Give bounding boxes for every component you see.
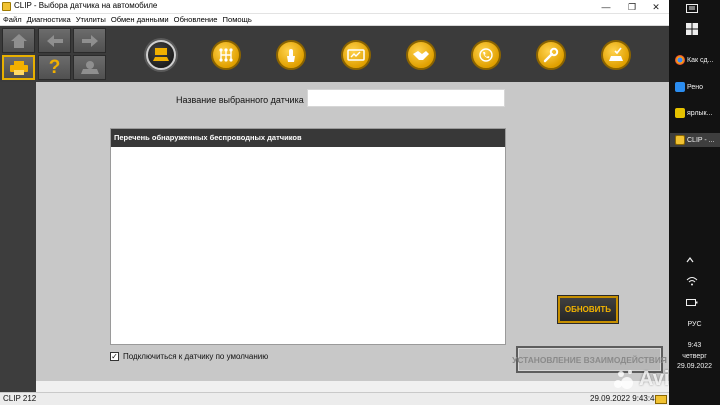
- vehicle-alert-button[interactable]: [73, 55, 106, 80]
- clock-day: четверг: [682, 353, 707, 360]
- sensor-selection-panel: Название выбранного датчика Перечень обн…: [36, 82, 669, 381]
- clip-app-window: CLIP - Выбора датчика на автомобиле — ❐ …: [0, 0, 669, 405]
- clock-date: 29.09.2022: [676, 363, 713, 370]
- sensor-list-header: Перечень обнаруженных беспроводных датчи…: [111, 129, 505, 147]
- help-button[interactable]: ?: [38, 55, 71, 80]
- maximize-button[interactable]: ❐: [619, 0, 645, 14]
- notification-icon: [686, 4, 698, 13]
- arrow-left-icon: [46, 34, 63, 47]
- tray-expand-button[interactable]: [686, 256, 694, 264]
- task-item-document[interactable]: Рено: [670, 80, 720, 94]
- home-icon: [10, 33, 27, 48]
- arrow-right-icon: [81, 34, 98, 47]
- vehicle-warning-icon: [80, 60, 99, 74]
- task-item-chrome[interactable]: Как сд...: [670, 53, 720, 67]
- tool-gearbox[interactable]: [211, 40, 241, 70]
- back-button[interactable]: [38, 28, 71, 53]
- wifi-button[interactable]: [686, 276, 698, 286]
- chrome-icon: [675, 55, 685, 65]
- menu-data-exchange[interactable]: Обмен данными: [111, 14, 169, 25]
- language-indicator[interactable]: РУС: [669, 321, 720, 328]
- tool-phone[interactable]: [471, 40, 501, 70]
- task-item-shortcut[interactable]: ярлык...: [670, 106, 720, 120]
- touch-icon: [287, 49, 295, 62]
- chevron-up-icon: [686, 257, 694, 263]
- menu-help[interactable]: Помощь: [223, 14, 252, 25]
- tool-touch[interactable]: [276, 40, 306, 70]
- car-check-icon: [609, 47, 623, 61]
- tool-card[interactable]: [341, 40, 371, 70]
- print-button[interactable]: [2, 55, 35, 80]
- wifi-icon: [686, 277, 698, 286]
- title-bar: CLIP - Выбора датчика на автомобиле — ❐ …: [0, 0, 669, 14]
- status-bar: CLIP 212 29.09.2022 9:43:48: [0, 392, 669, 405]
- tool-car-check[interactable]: [601, 40, 631, 70]
- selected-sensor-field[interactable]: [307, 89, 505, 107]
- windows-taskbar: Как сд... Рено ярлык... CLIP - ... РУС 9…: [669, 0, 720, 405]
- status-datetime: 29.09.2022 9:43:48: [590, 394, 659, 403]
- card-icon: [347, 49, 365, 61]
- close-button[interactable]: ✕: [643, 0, 669, 14]
- app-version-text: CLIP 212: [3, 394, 37, 403]
- shortcut-icon: [675, 108, 685, 118]
- vehicle-screen-icon: [153, 48, 169, 61]
- task-item-label: Рено: [687, 83, 704, 91]
- default-sensor-checkbox[interactable]: ✓: [110, 352, 119, 361]
- menu-file[interactable]: Файл: [3, 14, 22, 25]
- status-badge: [655, 395, 667, 404]
- menu-update[interactable]: Обновление: [174, 14, 218, 25]
- printer-icon: [9, 60, 28, 75]
- selected-sensor-label: Название выбранного датчика: [176, 95, 304, 105]
- default-sensor-label: Подключиться к датчику по умолчанию: [123, 352, 269, 361]
- tool-vehicle-screen[interactable]: [146, 40, 176, 70]
- clock-time[interactable]: 9:43: [669, 342, 720, 349]
- menu-bar: Файл Диагностика Утилиты Обмен данными О…: [0, 14, 669, 26]
- home-button[interactable]: [2, 28, 35, 53]
- notifications-button[interactable]: [686, 4, 698, 14]
- windows-logo-icon: [686, 23, 698, 35]
- battery-button[interactable]: [686, 298, 698, 307]
- tool-wrench[interactable]: [536, 40, 566, 70]
- phone-icon: [479, 48, 493, 62]
- task-item-label: CLIP - ...: [687, 136, 715, 144]
- main-toolbar: ?: [0, 26, 669, 82]
- handshake-icon: [413, 51, 429, 60]
- window-title: CLIP - Выбора датчика на автомобиле: [14, 1, 158, 10]
- document-icon: [675, 82, 685, 92]
- gearbox-icon: [219, 48, 233, 62]
- forward-button[interactable]: [73, 28, 106, 53]
- refresh-button[interactable]: ОБНОВИТЬ: [558, 296, 618, 323]
- wrench-icon: [543, 47, 559, 63]
- clip-logo-icon: [2, 2, 11, 11]
- windows-start-button[interactable]: [686, 23, 698, 35]
- clip-icon: [675, 135, 685, 145]
- task-item-label: Как сд...: [687, 56, 714, 64]
- question-mark-icon: ?: [48, 57, 61, 78]
- left-sidebar: [0, 82, 36, 392]
- battery-icon: [686, 299, 698, 306]
- menu-diagnostics[interactable]: Диагностика: [27, 14, 71, 25]
- wireless-sensor-list[interactable]: Перечень обнаруженных беспроводных датчи…: [110, 128, 506, 345]
- menu-utilities[interactable]: Утилиты: [76, 14, 106, 25]
- task-item-label: ярлык...: [687, 109, 713, 117]
- tool-handshake[interactable]: [406, 40, 436, 70]
- task-item-clip[interactable]: CLIP - ...: [670, 133, 720, 147]
- avito-logo-icon: [614, 370, 633, 389]
- minimize-button[interactable]: —: [593, 0, 619, 14]
